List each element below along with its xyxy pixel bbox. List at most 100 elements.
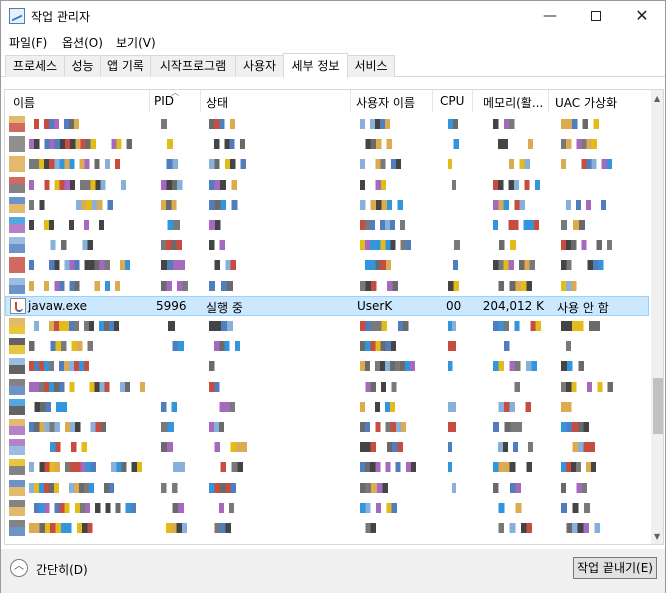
scroll-down-icon[interactable]: ▼: [654, 532, 660, 541]
window-title: 작업 관리자: [31, 10, 91, 24]
obscured-text: [161, 200, 182, 210]
table-row[interactable]: [5, 316, 649, 336]
column-separator[interactable]: [149, 90, 150, 112]
obscured-text: [29, 321, 119, 331]
vertical-scrollbar[interactable]: ▲ ▼: [651, 90, 663, 544]
process-icon: [9, 237, 25, 253]
column-separator[interactable]: [200, 90, 201, 112]
obscured-text: [161, 503, 184, 513]
table-row[interactable]: [5, 114, 649, 134]
column-separator[interactable]: [350, 90, 351, 112]
obscured-text: [360, 442, 403, 452]
menu-file[interactable]: 파일(F): [9, 34, 47, 51]
table-row[interactable]: [5, 154, 649, 174]
obscured-text: [493, 361, 537, 371]
table-row[interactable]: [5, 356, 649, 376]
column-memory[interactable]: 메모리(활...: [483, 94, 543, 111]
table-row[interactable]: [5, 195, 649, 215]
obscured-text: [561, 422, 589, 432]
tab-details[interactable]: 세부 정보: [283, 53, 348, 78]
table-row[interactable]: [5, 397, 649, 417]
obscured-text: [561, 321, 600, 331]
column-name[interactable]: 이름: [13, 94, 35, 111]
obscured-text: [493, 159, 530, 169]
table-row[interactable]: [5, 437, 649, 457]
tab-services[interactable]: 서비스: [347, 55, 395, 77]
obscured-text: [360, 240, 416, 250]
obscured-text: [209, 361, 226, 371]
obscured-text: [209, 220, 232, 230]
obscured-text: [209, 180, 237, 190]
obscured-text: [209, 341, 240, 351]
obscured-text: [561, 159, 617, 169]
obscured-text: [360, 483, 388, 493]
column-separator[interactable]: [472, 90, 473, 112]
column-uac[interactable]: UAC 가상화: [555, 94, 617, 111]
minimize-button[interactable]: —: [527, 1, 573, 31]
process-icon: [9, 480, 25, 496]
table-row[interactable]: [5, 417, 649, 437]
table-row[interactable]: [5, 134, 649, 154]
column-user[interactable]: 사용자 이름: [356, 94, 415, 111]
obscured-text: [360, 422, 406, 432]
table-row[interactable]: [5, 336, 649, 356]
obscured-text: [29, 422, 111, 432]
details-list: 이름 PID ︿ 상태 사용자 이름 CPU 메모리(활... UAC 가상화 …: [4, 89, 664, 545]
table-row[interactable]: [5, 276, 649, 296]
chevron-up-circle-icon[interactable]: ︿: [10, 559, 28, 577]
obscured-text: [29, 119, 84, 129]
task-manager-icon: [9, 8, 25, 24]
close-button[interactable]: ✕: [619, 1, 665, 31]
table-row[interactable]: [5, 235, 649, 255]
process-name: javaw.exe: [28, 299, 87, 313]
table-row[interactable]: [5, 377, 649, 397]
table-row[interactable]: [5, 518, 649, 538]
process-icon: [9, 358, 25, 374]
obscured-text: [448, 200, 461, 210]
maximize-button[interactable]: [573, 1, 619, 31]
obscured-text: [561, 503, 590, 513]
table-row[interactable]: [5, 478, 649, 498]
obscured-text: [561, 260, 609, 270]
obscured-text: [161, 462, 185, 472]
process-uac: 사용 안 함: [557, 301, 609, 315]
end-task-button[interactable]: 작업 끝내기(E): [573, 557, 657, 579]
tab-performance[interactable]: 성능: [64, 55, 101, 77]
scroll-thumb[interactable]: [653, 378, 663, 434]
obscured-text: [360, 462, 421, 472]
obscured-text: [360, 119, 395, 129]
menu-view[interactable]: 보기(V): [116, 34, 156, 51]
table-row[interactable]: [5, 457, 649, 477]
column-separator[interactable]: [548, 90, 549, 112]
obscured-text: [209, 159, 246, 169]
obscured-text: [493, 220, 539, 230]
obscured-text: [561, 200, 606, 210]
obscured-text: [161, 139, 173, 149]
table-row[interactable]: [5, 498, 649, 518]
table-row-selected[interactable]: javaw.exe 5996 실행 중 UserK 00 사용 안 함 204,012 K: [5, 296, 649, 316]
table-row[interactable]: [5, 215, 649, 235]
process-icon: [9, 116, 25, 132]
obscured-text: [493, 442, 533, 452]
column-separator[interactable]: [432, 90, 433, 112]
tab-users[interactable]: 사용자: [235, 55, 284, 77]
tab-app-history[interactable]: 앱 기록: [100, 55, 151, 77]
obscured-text: [209, 523, 231, 533]
table-row[interactable]: [5, 255, 649, 275]
column-status[interactable]: 상태: [206, 94, 228, 111]
tab-startup[interactable]: 시작프로그램: [150, 55, 236, 77]
obscured-text: [561, 281, 587, 291]
fewer-details-button[interactable]: 간단히(D): [36, 561, 88, 578]
scroll-up-icon[interactable]: ▲: [654, 94, 660, 103]
obscured-text: [493, 260, 535, 270]
menu-options[interactable]: 옵션(O): [62, 34, 103, 51]
obscured-text: [448, 240, 460, 250]
obscured-text: [493, 321, 541, 331]
tab-processes[interactable]: 프로세스: [5, 55, 65, 77]
process-icon: [9, 197, 25, 213]
obscured-text: [161, 159, 178, 169]
title-bar[interactable]: 작업 관리자 — ✕: [1, 1, 665, 31]
obscured-text: [360, 139, 392, 149]
column-cpu[interactable]: CPU: [440, 94, 464, 108]
table-row[interactable]: [5, 175, 649, 195]
